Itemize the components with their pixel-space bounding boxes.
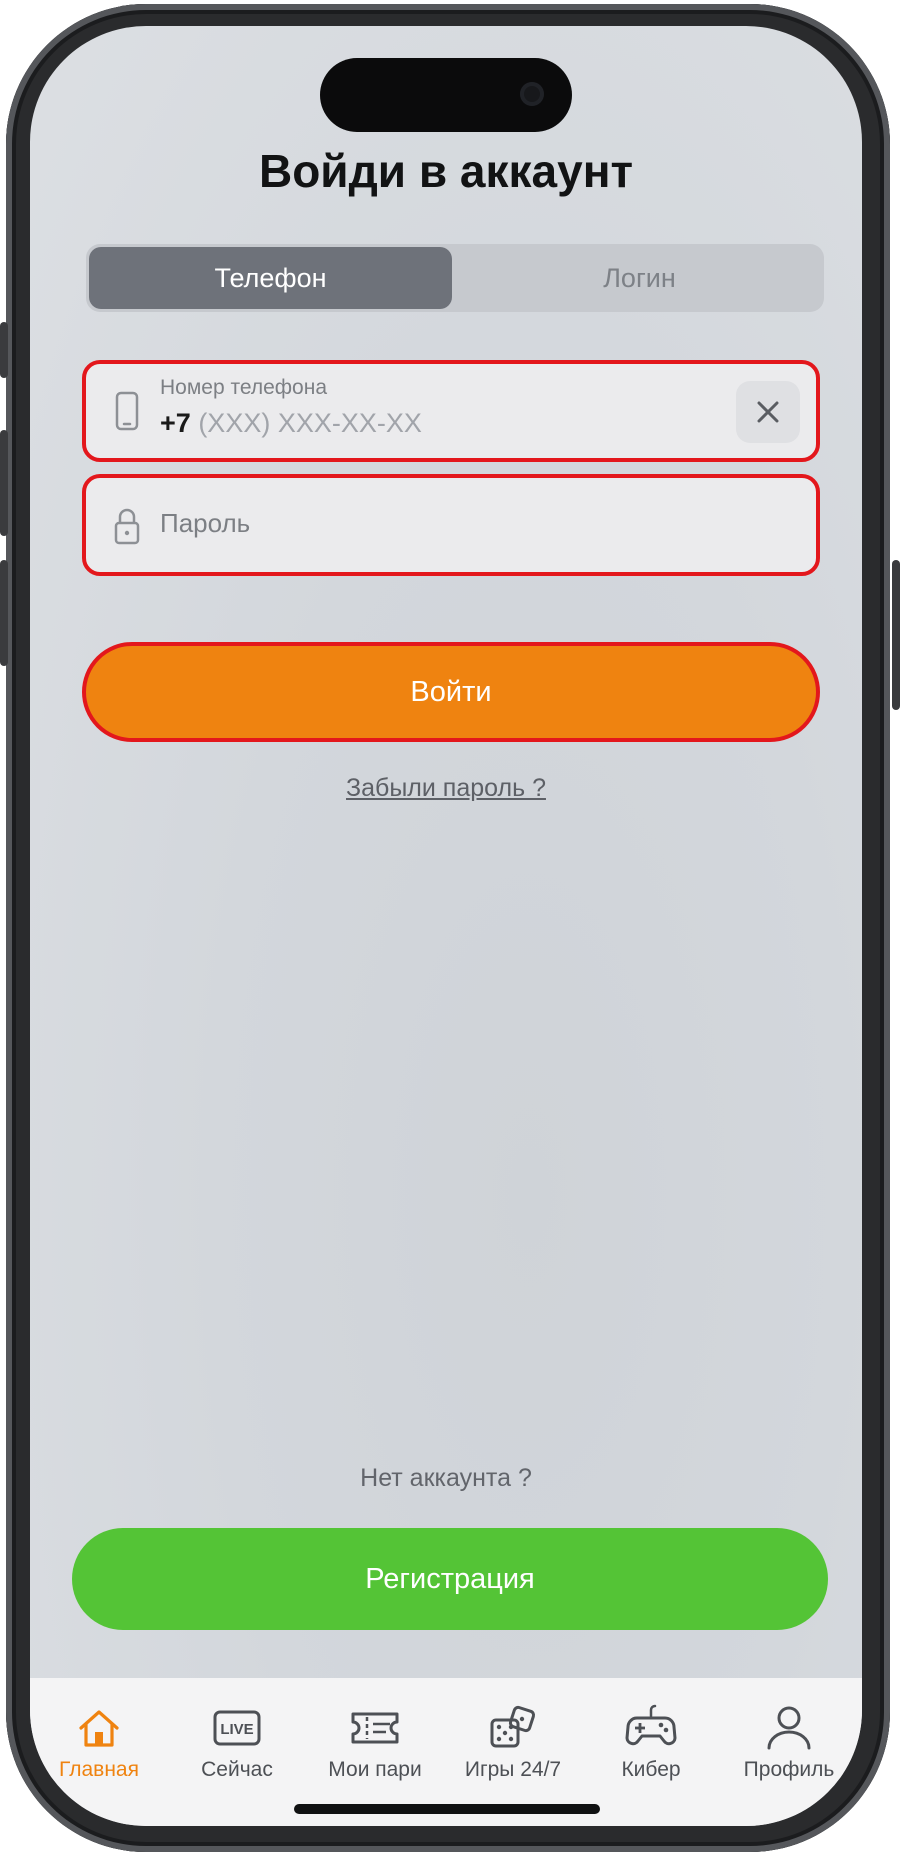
ticket-icon [351, 1712, 399, 1744]
volume-up-button [0, 430, 8, 536]
nav-item-live[interactable]: LIVE Сейчас [168, 1704, 306, 1782]
live-icon: LIVE [213, 1710, 261, 1746]
page-title: Войди в аккаунт [258, 145, 634, 197]
dynamic-island [320, 58, 572, 132]
no-account-text: Нет аккаунта ? [360, 1464, 532, 1492]
phone-input[interactable]: Номер телефона +7 (XXX) XXX-XX-XX [82, 360, 820, 462]
password-input[interactable]: Пароль [82, 474, 820, 576]
nav-item-games[interactable]: Игры 24/7 [444, 1704, 582, 1782]
lock-icon [114, 508, 140, 545]
volume-down-button [0, 560, 8, 666]
phone-mask: (XXX) XXX-XX-XX [198, 408, 422, 438]
phone-field-value: +7 (XXX) XXX-XX-XX [160, 408, 422, 439]
home-indicator[interactable] [294, 1804, 600, 1814]
password-placeholder: Пароль [160, 508, 251, 538]
user-icon [767, 1706, 811, 1750]
nav-item-profile[interactable]: Профиль [720, 1704, 858, 1782]
nav-label-my-bets: Мои пари [328, 1758, 422, 1781]
nav-label-cyber: Кибер [621, 1758, 681, 1781]
silent-switch [0, 322, 8, 378]
nav-label-profile: Профиль [743, 1758, 835, 1781]
camera-icon [520, 82, 544, 106]
home-icon [79, 1710, 119, 1747]
forgot-password-link[interactable]: Забыли пароль ? [30, 774, 862, 803]
nav-label-live: Сейчас [201, 1758, 273, 1781]
nav-item-home[interactable]: Главная [30, 1704, 168, 1782]
power-button [892, 560, 900, 710]
gamepad-icon [625, 1704, 677, 1746]
nav-item-my-bets[interactable]: Мои пари [306, 1704, 444, 1782]
tab-login[interactable]: Логин [458, 247, 821, 309]
phone-field-label: Номер телефона [160, 376, 328, 399]
phone-icon [115, 391, 139, 431]
login-method-switch: Телефон Логин [86, 244, 824, 312]
nav-label-games: Игры 24/7 [464, 1758, 562, 1781]
nav-item-cyber[interactable]: Кибер [582, 1704, 720, 1782]
live-badge-text: LIVE [220, 1721, 253, 1738]
dice-icon [490, 1705, 536, 1748]
close-icon [757, 401, 779, 423]
clear-phone-button[interactable] [736, 381, 800, 443]
nav-label-home: Главная [59, 1758, 139, 1781]
login-button[interactable]: Войти [82, 642, 820, 742]
phone-screen: Войди в аккаунт Телефон Логин Номер теле… [30, 26, 862, 1826]
register-button[interactable]: Регистрация [72, 1528, 828, 1630]
country-code: +7 [160, 408, 191, 438]
tab-phone[interactable]: Телефон [89, 247, 452, 309]
